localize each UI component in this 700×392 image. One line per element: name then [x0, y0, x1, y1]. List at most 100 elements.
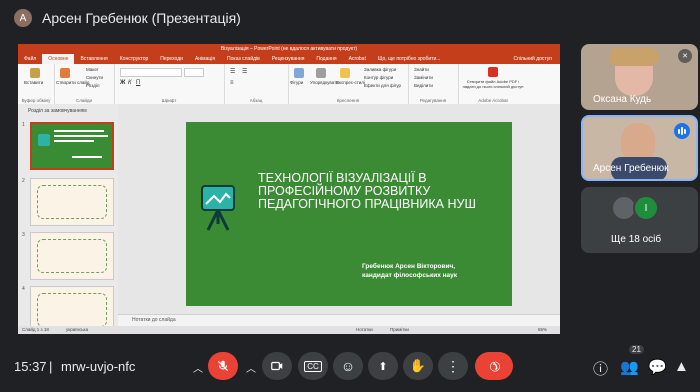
audio-bar — [684, 128, 686, 134]
leave-call-button[interactable]: ✆ — [475, 352, 513, 380]
thumb-title-line — [54, 140, 94, 142]
tab-review[interactable]: Рецензування — [266, 54, 311, 64]
present-button[interactable]: ⬆ — [368, 352, 398, 380]
share-button[interactable]: Спільний доступ — [514, 56, 560, 62]
paragraph-label: Абзац — [249, 98, 263, 103]
notes-placeholder: Нотатки до слайда — [132, 317, 176, 323]
reactions-button[interactable]: ☺ — [333, 352, 363, 380]
bullets-icon[interactable]: ☰ — [230, 68, 235, 75]
paste-icon[interactable] — [30, 68, 40, 78]
thumb-number: 4 — [22, 286, 25, 292]
tab-home[interactable]: Основне — [42, 54, 75, 64]
thumb-author-line — [72, 156, 102, 158]
tab-transitions[interactable]: Переходи — [154, 54, 189, 64]
tab-view[interactable]: Подання — [310, 54, 342, 64]
font-name-box[interactable] — [120, 68, 182, 77]
captions-button[interactable]: CC — [298, 352, 328, 380]
paste-button[interactable]: Вставити — [24, 80, 43, 85]
shape-fill-button[interactable]: Заливка фігури — [364, 67, 396, 72]
find-button[interactable]: Знайти — [414, 67, 429, 72]
section-header[interactable]: Розділ за замовчуванням — [28, 108, 87, 114]
select-button[interactable]: Виділити — [414, 83, 433, 88]
meeting-code: mrw-uvjo-nfc — [61, 359, 136, 374]
section-button[interactable]: Розділ — [86, 83, 99, 88]
window-title: Візуалізація – PowerPoint (не вдалося ак… — [220, 46, 358, 52]
new-slide-button[interactable]: Створити слайд — [56, 80, 90, 85]
mic-toggle-button[interactable] — [208, 352, 238, 380]
quick-styles-icon[interactable] — [340, 68, 350, 78]
layout-button[interactable]: Макет — [86, 67, 99, 72]
slide-thumbnail-3[interactable] — [30, 232, 114, 280]
thumb-title-line — [54, 130, 104, 132]
mic-off-icon: ✕ — [678, 49, 692, 63]
arrange-icon[interactable] — [316, 68, 326, 78]
font-group: Ж К П Шрифт — [114, 64, 225, 104]
italic-button[interactable]: К — [128, 80, 132, 86]
replace-button[interactable]: Замінити — [414, 75, 433, 80]
acrobat-icon[interactable] — [488, 67, 498, 77]
zoom-level[interactable]: 65% — [538, 327, 547, 332]
raise-hand-button[interactable]: ✋ — [403, 352, 433, 380]
ribbon: Вставити Буфер обміну Створити слайд Мак… — [18, 64, 560, 105]
author-name: Гребенюк Арсен Вікторович, — [362, 263, 456, 270]
tab-slideshow[interactable]: Показ слайдів — [221, 54, 266, 64]
emoji-icon: ☺ — [340, 358, 356, 374]
numbering-icon[interactable]: ☰ — [242, 68, 247, 75]
info-icon[interactable]: ⓘ — [593, 358, 608, 379]
participant-tile-2[interactable]: Арсен Гребенюк — [581, 115, 698, 181]
tab-insert[interactable]: Вставлення — [74, 54, 113, 64]
ribbon-tabs: Файл Основне Вставлення Конструктор Пере… — [18, 54, 560, 64]
arrange-button[interactable]: Упорядкувати — [310, 80, 339, 85]
reset-button[interactable]: Скинути — [86, 75, 103, 80]
captions-icon: CC — [304, 360, 322, 372]
new-slide-icon[interactable] — [60, 68, 70, 78]
powerpoint-title-bar: Візуалізація – PowerPoint (не вдалося ак… — [18, 44, 560, 54]
separator: | — [49, 359, 53, 374]
slide-thumbnail-1[interactable] — [30, 122, 114, 170]
slide-thumbnail-2[interactable] — [30, 178, 114, 226]
meeting-controls-bar: 15:37 | mrw-uvjo-nfc ︿ ︿ CC ☺ ⬆ ✋ ⋮ ✆ ⓘ … — [0, 340, 700, 392]
drawing-group: Фігури Упорядкувати Експрес-стилі Заливк… — [288, 64, 409, 104]
activities-icon[interactable]: ▲ — [674, 358, 689, 375]
clock: 15:37 — [14, 359, 47, 374]
tab-design[interactable]: Конструктор — [114, 54, 155, 64]
editing-group: Знайти Замінити Виділити Редагування — [408, 64, 459, 104]
tell-me-search[interactable]: Що, ще потрібно зробити... — [372, 54, 447, 64]
slides-group: Створити слайд Макет Скинути Розділ Слай… — [54, 64, 115, 104]
tab-animations[interactable]: Анімація — [189, 54, 221, 64]
more-participants-tile[interactable]: І Ще 18 осіб — [581, 187, 698, 253]
more-options-button[interactable]: ⋮ — [438, 352, 468, 380]
slide-thumbnails-pane: Розділ за замовчуванням 1 2 3 4 — [18, 104, 119, 334]
comments-toggle[interactable]: Примітки — [390, 327, 409, 332]
chat-icon[interactable]: 💬 — [648, 358, 667, 376]
chevron-up-icon[interactable]: ︿ — [193, 360, 203, 375]
paragraph-group: ☰ ☰ ≡ Абзац — [224, 64, 289, 104]
bold-button[interactable]: Ж — [120, 80, 125, 86]
people-icon[interactable]: 👥 — [620, 358, 639, 376]
avatar-group: І — [611, 195, 659, 221]
underline-button[interactable]: П — [136, 80, 140, 86]
shapes-icon[interactable] — [294, 68, 304, 78]
chevron-up-icon[interactable]: ︿ — [246, 360, 256, 375]
thumb-title-line — [54, 135, 108, 137]
current-slide[interactable]: Технології візуалізації в професійному р… — [186, 122, 512, 306]
status-bar: Слайд 1 з 18 українська Нотатки Примітки… — [18, 326, 560, 334]
mic-off-icon — [217, 360, 229, 372]
tab-acrobat[interactable]: Acrobat — [343, 54, 372, 64]
acrobat-create-button[interactable]: Створити файл Adobe PDF і надати до ньог… — [460, 79, 526, 89]
font-size-box[interactable] — [184, 68, 204, 77]
participant-tile-1[interactable]: ✕ Оксана Кудь — [581, 44, 698, 110]
quick-styles-button[interactable]: Експрес-стилі — [336, 80, 365, 85]
people-count-badge: 21 — [629, 345, 644, 354]
participant-hair — [609, 48, 659, 66]
shape-effects-button[interactable]: Ефекти для фігур — [364, 83, 401, 88]
camera-toggle-button[interactable] — [262, 352, 292, 380]
shapes-button[interactable]: Фігури — [290, 80, 303, 85]
font-label: Шрифт — [161, 98, 177, 103]
author-degree: кандидат філософських наук — [362, 272, 458, 279]
notes-toggle[interactable]: Нотатки — [356, 327, 373, 332]
align-icon[interactable]: ≡ — [230, 80, 234, 86]
shape-outline-button[interactable]: Контур фігури — [364, 75, 393, 80]
tab-file[interactable]: Файл — [18, 54, 42, 64]
more-participants-label: Ще 18 осіб — [611, 234, 662, 245]
